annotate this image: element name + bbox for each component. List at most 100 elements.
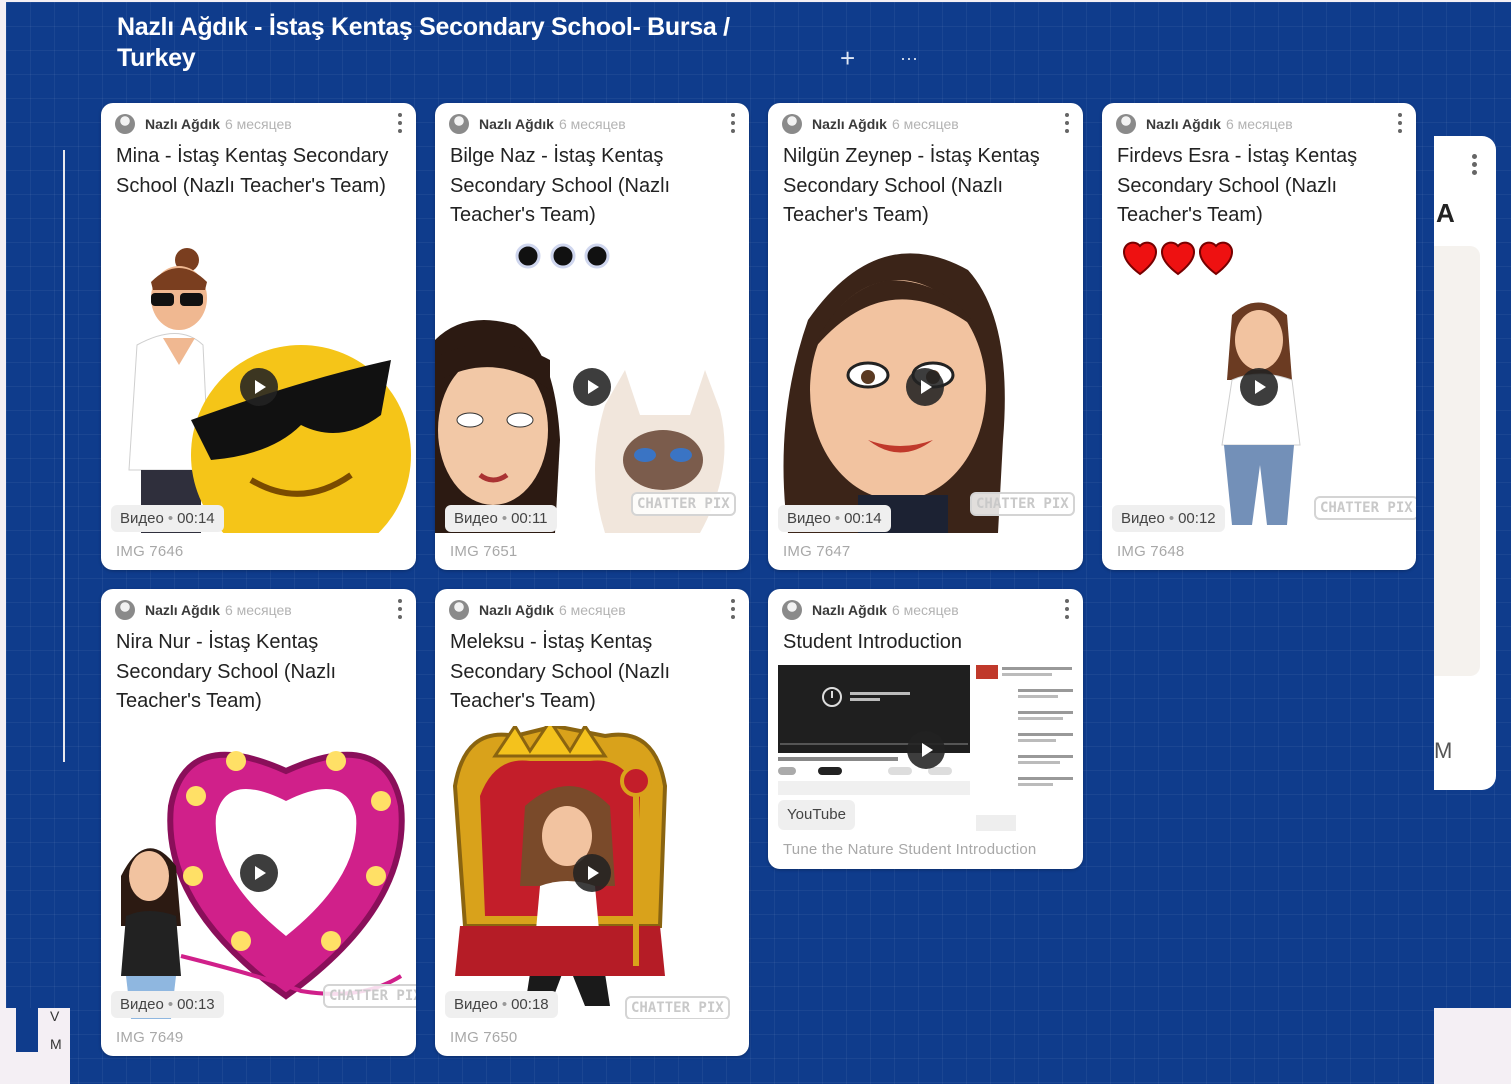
post-header: Nazlı Ağdık 6 месяцев xyxy=(115,114,386,134)
video-thumbnail[interactable]: CHATTER PIX Видео • 00:14 xyxy=(768,240,1083,533)
video-thumbnail[interactable]: CHATTER PIX Видео • 00:11 xyxy=(435,240,749,533)
post-header: Nazlı Ağdık 6 месяцев xyxy=(1116,114,1386,134)
post-title: Student Introduction xyxy=(783,631,963,653)
video-thumbnail[interactable]: CHATTER PIX Видео • 00:12 xyxy=(1102,240,1416,533)
partial-caption: M xyxy=(1434,738,1453,763)
media-badge: Видео • 00:14 xyxy=(778,505,891,532)
play-icon[interactable] xyxy=(1240,368,1278,406)
play-icon[interactable] xyxy=(907,731,945,769)
post-title: Nilgün Zeynep - İstaş Kentaş Secondary S… xyxy=(783,145,1040,226)
post-age: 6 месяцев xyxy=(224,116,292,132)
media-type-label: Видео xyxy=(454,996,498,1013)
badge-separator: • xyxy=(501,510,508,527)
more-vertical-icon[interactable] xyxy=(727,111,739,135)
post-age: 6 месяцев xyxy=(558,116,626,132)
post-card[interactable]: Nazlı Ağdık 6 месяцев Meleksu - İstaş Ke… xyxy=(435,589,749,1056)
add-post-button[interactable]: + xyxy=(840,45,855,71)
media-type-label: Видео xyxy=(120,510,164,527)
more-vertical-icon[interactable] xyxy=(1061,597,1073,621)
media-type-label: Видео xyxy=(120,996,164,1013)
play-icon[interactable] xyxy=(906,368,944,406)
offscreen-text-1: V xyxy=(50,1008,60,1024)
author-name: Nazlı Ağdık xyxy=(1146,116,1221,132)
post-title: Nira Nur - İstaş Kentaş Secondary School… xyxy=(116,631,337,712)
partial-media xyxy=(1434,246,1480,676)
avatar-icon xyxy=(449,114,469,134)
attachment-caption: IMG 7650 xyxy=(450,1029,518,1046)
avatar-icon xyxy=(782,600,802,620)
post-header: Nazlı Ağdık 6 месяцев xyxy=(449,600,719,620)
post-title: Firdevs Esra - İstaş Kentaş Secondary Sc… xyxy=(1117,145,1358,226)
author-name: Nazlı Ağdık xyxy=(479,116,554,132)
youtube-thumbnail[interactable]: YouTube xyxy=(768,665,1083,833)
more-vertical-icon[interactable] xyxy=(1472,154,1477,176)
post-card[interactable]: Nazlı Ağdık 6 месяцев Bilge Naz - İstaş … xyxy=(435,103,749,570)
more-vertical-icon[interactable] xyxy=(727,597,739,621)
more-vertical-icon[interactable] xyxy=(1061,111,1073,135)
chatterpix-watermark: CHATTER PIX xyxy=(631,492,736,516)
media-badge: Видео • 00:13 xyxy=(111,991,224,1018)
post-card[interactable]: Nazlı Ağdık 6 месяцев Student Introducti… xyxy=(768,589,1083,869)
section-title: Nazlı Ağdık - İstaş Kentaş Secondary Sch… xyxy=(117,13,730,72)
media-badge: YouTube xyxy=(778,800,855,830)
video-duration: 00:11 xyxy=(511,510,548,527)
badge-separator: • xyxy=(167,510,174,527)
more-vertical-icon[interactable] xyxy=(394,597,406,621)
video-thumbnail[interactable]: CHATTER PIX Видео • 00:18 xyxy=(435,726,749,1019)
play-icon[interactable] xyxy=(240,854,278,892)
post-header: Nazlı Ağdık 6 месяцев xyxy=(782,114,1053,134)
post-age: 6 месяцев xyxy=(1225,116,1293,132)
post-age: 6 месяцев xyxy=(891,116,959,132)
media-type-label: Видео xyxy=(454,510,498,527)
play-icon[interactable] xyxy=(240,368,278,406)
offscreen-panel: V M xyxy=(0,1008,70,1084)
media-type-label: Видео xyxy=(787,510,831,527)
video-duration: 00:14 xyxy=(177,510,215,527)
play-icon[interactable] xyxy=(573,854,611,892)
video-thumbnail[interactable]: Видео • 00:14 xyxy=(101,240,416,533)
post-card[interactable]: Nazlı Ağdık 6 месяцев Nira Nur - İstaş K… xyxy=(101,589,416,1056)
chatterpix-watermark: CHATTER PIX xyxy=(1314,496,1416,520)
attachment-caption: IMG 7646 xyxy=(116,543,184,560)
attachment-caption: Tune the Nature Student Introduction xyxy=(783,841,1037,858)
post-card[interactable]: Nazlı Ağdık 6 месяцев Mina - İstaş Kenta… xyxy=(101,103,416,570)
chatterpix-watermark: CHATTER PIX xyxy=(323,984,416,1008)
avatar-icon xyxy=(1116,114,1136,134)
video-duration: 00:12 xyxy=(1178,510,1216,527)
post-title: Mina - İstaş Kentaş Secondary School (Na… xyxy=(116,145,389,197)
more-vertical-icon[interactable] xyxy=(1394,111,1406,135)
badge-separator: • xyxy=(501,996,508,1013)
more-vertical-icon[interactable] xyxy=(394,111,406,135)
author-name: Nazlı Ağdık xyxy=(479,602,554,618)
badge-separator: • xyxy=(167,996,174,1013)
partial-title: A xyxy=(1436,198,1455,228)
next-column-card[interactable]: A M xyxy=(1434,136,1496,790)
post-card[interactable]: Nazlı Ağdık 6 месяцев Nilgün Zeynep - İs… xyxy=(768,103,1083,570)
avatar-icon xyxy=(115,600,135,620)
author-name: Nazlı Ağdık xyxy=(145,116,220,132)
media-badge: Видео • 00:11 xyxy=(445,505,557,532)
play-icon[interactable] xyxy=(573,368,611,406)
video-duration: 00:18 xyxy=(511,996,549,1013)
author-name: Nazlı Ağdık xyxy=(145,602,220,618)
media-badge: Видео • 00:18 xyxy=(445,991,558,1018)
avatar-icon xyxy=(782,114,802,134)
badge-separator: • xyxy=(1168,510,1175,527)
author-name: Nazlı Ağdık xyxy=(812,116,887,132)
attachment-caption: IMG 7651 xyxy=(450,543,518,560)
post-card[interactable]: Nazlı Ağdık 6 месяцев Firdevs Esra - İst… xyxy=(1102,103,1416,570)
video-thumbnail[interactable]: CHATTER PIX Видео • 00:13 xyxy=(101,726,416,1019)
post-age: 6 месяцев xyxy=(224,602,292,618)
section-options-button[interactable]: ··· xyxy=(900,46,918,70)
column-divider xyxy=(63,150,65,762)
post-header: Nazlı Ağdık 6 месяцев xyxy=(782,600,1053,620)
post-title: Bilge Naz - İstaş Kentaş Secondary Schoo… xyxy=(450,145,671,226)
media-badge: Видео • 00:14 xyxy=(111,505,224,532)
avatar-icon xyxy=(115,114,135,134)
attachment-caption: IMG 7649 xyxy=(116,1029,184,1046)
video-duration: 00:14 xyxy=(844,510,882,527)
offscreen-bar xyxy=(16,1008,38,1052)
media-type-label: YouTube xyxy=(787,806,846,823)
attachment-caption: IMG 7647 xyxy=(783,543,851,560)
post-title: Meleksu - İstaş Kentaş Secondary School … xyxy=(450,631,671,712)
